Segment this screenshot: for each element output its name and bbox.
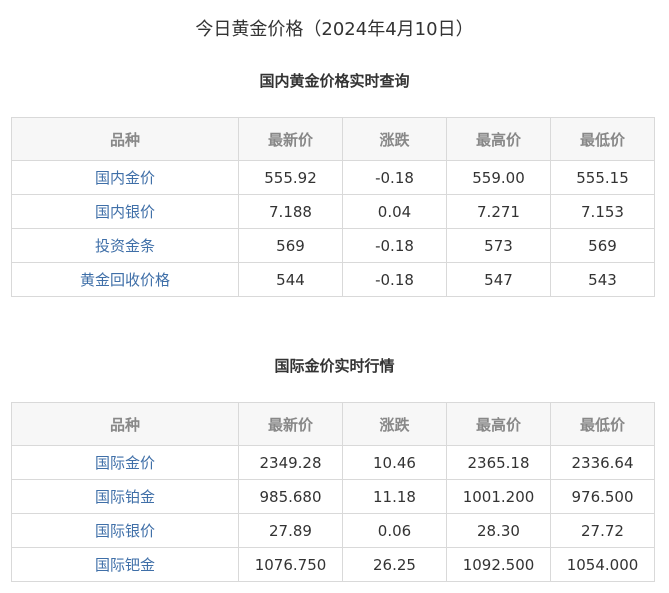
low-price-cell: 543 — [550, 262, 655, 297]
latest-price-cell: 555.92 — [238, 160, 343, 195]
table-row: 国内金价 555.92 -0.18 559.00 555.15 — [11, 160, 655, 195]
low-price-cell: 569 — [550, 228, 655, 263]
low-price-cell: 1054.000 — [550, 547, 655, 582]
variety-link[interactable]: 黄金回收价格 — [11, 262, 239, 297]
low-price-cell: 2336.64 — [550, 445, 655, 480]
variety-link[interactable]: 国际钯金 — [11, 547, 239, 582]
change-cell: 10.46 — [342, 445, 447, 480]
column-header-latest: 最新价 — [238, 402, 343, 446]
high-price-cell: 28.30 — [446, 513, 551, 548]
change-cell: 26.25 — [342, 547, 447, 582]
column-header-low: 最低价 — [550, 402, 655, 446]
change-cell: 0.04 — [342, 194, 447, 229]
variety-link[interactable]: 国内银价 — [11, 194, 239, 229]
latest-price-cell: 544 — [238, 262, 343, 297]
variety-link[interactable]: 投资金条 — [11, 228, 239, 263]
latest-price-cell: 27.89 — [238, 513, 343, 548]
table-row: 国内银价 7.188 0.04 7.271 7.153 — [11, 194, 655, 229]
variety-link[interactable]: 国内金价 — [11, 160, 239, 195]
table-header-row: 品种 最新价 涨跌 最高价 最低价 — [11, 117, 655, 161]
high-price-cell: 1092.500 — [446, 547, 551, 582]
latest-price-cell: 569 — [238, 228, 343, 263]
table-row: 黄金回收价格 544 -0.18 547 543 — [11, 262, 655, 297]
high-price-cell: 1001.200 — [446, 479, 551, 514]
variety-link[interactable]: 国际金价 — [11, 445, 239, 480]
table-header-row: 品种 最新价 涨跌 最高价 最低价 — [11, 402, 655, 446]
column-header-low: 最低价 — [550, 117, 655, 161]
page-title: 今日黄金价格（2024年4月10日） — [195, 19, 474, 40]
latest-price-cell: 985.680 — [238, 479, 343, 514]
latest-price-cell: 7.188 — [238, 194, 343, 229]
low-price-cell: 976.500 — [550, 479, 655, 514]
table-row: 国际钯金 1076.750 26.25 1092.500 1054.000 — [11, 547, 655, 582]
low-price-cell: 27.72 — [550, 513, 655, 548]
change-cell: -0.18 — [342, 262, 447, 297]
variety-link[interactable]: 国际铂金 — [11, 479, 239, 514]
international-price-table: 品种 最新价 涨跌 最高价 最低价 国际金价 2349.28 10.46 236… — [11, 402, 655, 582]
table-row: 国际金价 2349.28 10.46 2365.18 2336.64 — [11, 445, 655, 480]
high-price-cell: 559.00 — [446, 160, 551, 195]
table-row: 国际银价 27.89 0.06 28.30 27.72 — [11, 513, 655, 548]
latest-price-cell: 2349.28 — [238, 445, 343, 480]
column-header-variety: 品种 — [11, 402, 239, 446]
high-price-cell: 2365.18 — [446, 445, 551, 480]
table-row: 国际铂金 985.680 11.18 1001.200 976.500 — [11, 479, 655, 514]
change-cell: -0.18 — [342, 228, 447, 263]
low-price-cell: 7.153 — [550, 194, 655, 229]
column-header-variety: 品种 — [11, 117, 239, 161]
latest-price-cell: 1076.750 — [238, 547, 343, 582]
change-cell: 11.18 — [342, 479, 447, 514]
variety-link[interactable]: 国际银价 — [11, 513, 239, 548]
change-cell: 0.06 — [342, 513, 447, 548]
domestic-section-title: 国内黄金价格实时查询 — [259, 72, 410, 90]
high-price-cell: 573 — [446, 228, 551, 263]
high-price-cell: 7.271 — [446, 194, 551, 229]
column-header-high: 最高价 — [446, 402, 551, 446]
international-section-title: 国际金价实时行情 — [274, 357, 395, 375]
high-price-cell: 547 — [446, 262, 551, 297]
column-header-high: 最高价 — [446, 117, 551, 161]
table-row: 投资金条 569 -0.18 573 569 — [11, 228, 655, 263]
column-header-change: 涨跌 — [342, 402, 447, 446]
low-price-cell: 555.15 — [550, 160, 655, 195]
domestic-price-table: 品种 最新价 涨跌 最高价 最低价 国内金价 555.92 -0.18 559.… — [11, 117, 655, 297]
column-header-change: 涨跌 — [342, 117, 447, 161]
change-cell: -0.18 — [342, 160, 447, 195]
column-header-latest: 最新价 — [238, 117, 343, 161]
